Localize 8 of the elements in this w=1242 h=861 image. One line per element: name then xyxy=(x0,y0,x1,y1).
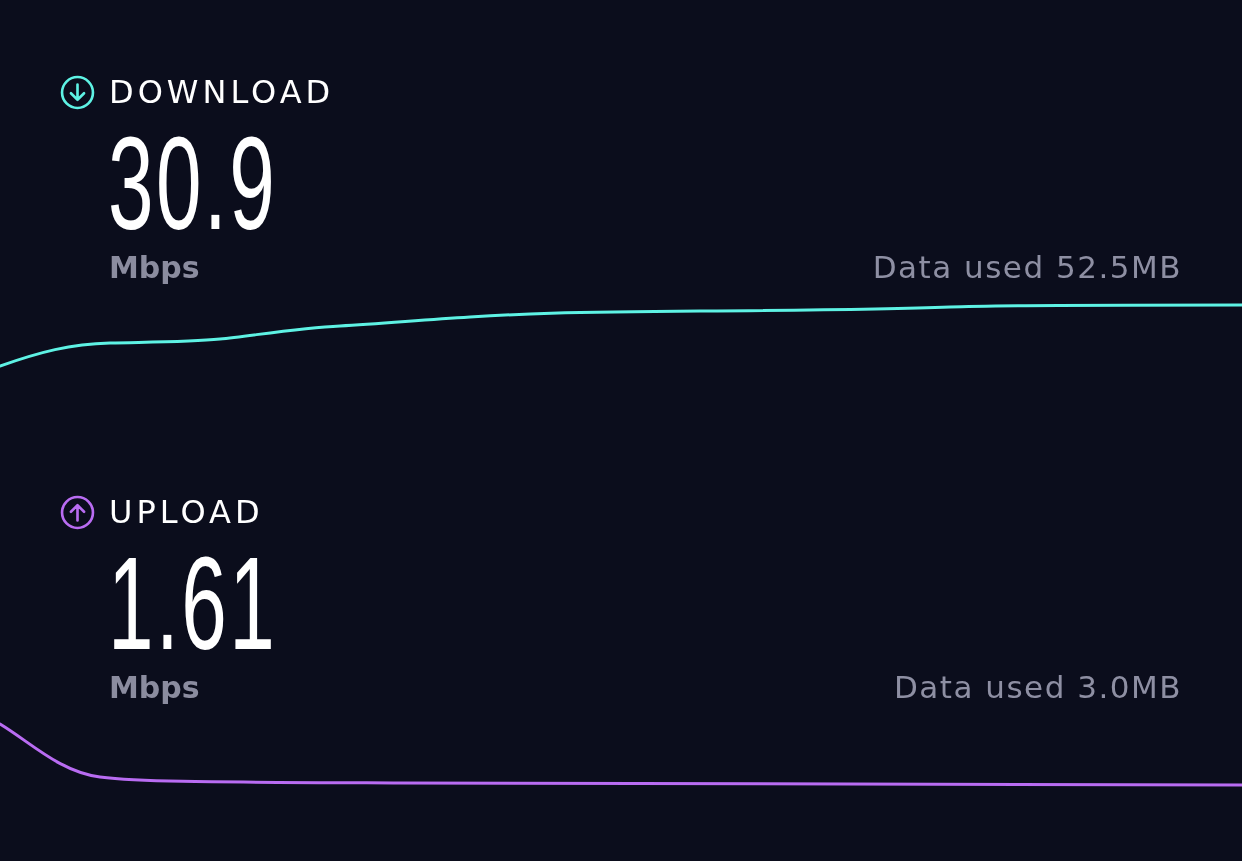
speed-unit: Mbps xyxy=(109,249,200,287)
test-label: DOWNLOAD xyxy=(109,74,335,110)
speed-value: 1.61 xyxy=(108,552,278,656)
speed-unit: Mbps xyxy=(109,669,200,707)
data-used-text: Data used 52.5MB xyxy=(872,248,1182,286)
speed-value: 30.9 xyxy=(108,132,278,236)
data-used-text: Data used 3.0MB xyxy=(893,668,1182,706)
test-label: UPLOAD xyxy=(109,494,264,530)
